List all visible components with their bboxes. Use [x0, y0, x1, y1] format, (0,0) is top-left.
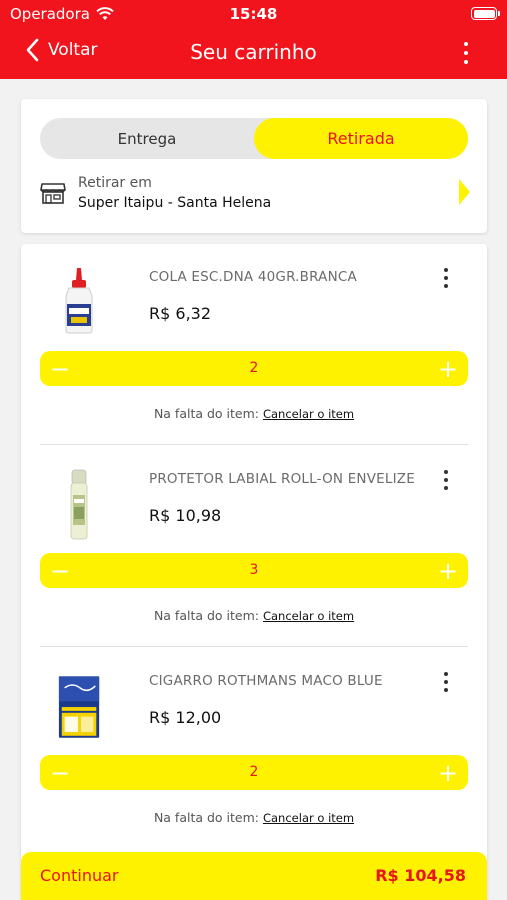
quantity-value: 2 [249, 764, 259, 780]
battery-icon [471, 7, 500, 20]
missing-item-option: Na falta do item: Cancelar o item [21, 608, 487, 623]
missing-item-label: Na falta do item: [153, 810, 259, 825]
item-price: R$ 6,32 [149, 304, 212, 323]
glue-bottle-image [65, 268, 93, 334]
missing-item-label: Na falta do item: [153, 608, 259, 623]
item-divider [40, 646, 468, 647]
continue-label: Continuar [40, 866, 119, 885]
plus-icon[interactable]: + [436, 351, 460, 386]
quantity-stepper: − 2 + [40, 755, 468, 790]
lip-roller-image [70, 469, 88, 540]
plus-icon[interactable]: + [436, 553, 460, 588]
quantity-stepper: − 3 + [40, 553, 468, 588]
item-divider [40, 444, 468, 445]
pickup-store-selector[interactable]: Retirar em Super Itaipu - Santa Helena [40, 173, 470, 219]
cancel-item-link[interactable]: Cancelar o item [263, 811, 354, 825]
quantity-value: 2 [249, 360, 259, 376]
cart-item: CIGARRO ROTHMANS MACO BLUE R$ 12,00 − 2 … [21, 648, 487, 850]
pickup-label: Retirar em [78, 175, 152, 191]
chevron-right-icon[interactable] [459, 179, 470, 205]
item-name: COLA ESC.DNA 40GR.BRANCA [149, 269, 357, 285]
tab-retirada[interactable]: Retirada [254, 118, 468, 159]
item-more-icon[interactable] [443, 470, 449, 490]
page-title: Seu carrinho [190, 40, 317, 64]
cart-item: PROTETOR LABIAL ROLL-ON ENVELIZE R$ 10,9… [21, 446, 487, 648]
store-icon [40, 183, 66, 204]
cancel-item-link[interactable]: Cancelar o item [263, 609, 354, 623]
cart-item: COLA ESC.DNA 40GR.BRANCA R$ 6,32 − 2 + N… [21, 244, 487, 446]
quantity-stepper: − 2 + [40, 351, 468, 386]
cigarette-pack-image [58, 676, 100, 738]
more-options-icon[interactable] [463, 42, 469, 64]
cancel-item-link[interactable]: Cancelar o item [263, 407, 354, 421]
item-more-icon[interactable] [443, 672, 449, 692]
status-bar: Operadora 15:48 [0, 0, 507, 28]
delivery-card: Entrega Retirada Retirar em Super Itaipu… [21, 99, 487, 233]
top-bar: Operadora 15:48 Voltar Seu carrinho [0, 0, 507, 79]
store-name: Super Itaipu - Santa Helena [78, 195, 272, 211]
item-name: CIGARRO ROTHMANS MACO BLUE [149, 673, 383, 689]
item-more-icon[interactable] [443, 268, 449, 288]
quantity-value: 3 [249, 562, 259, 578]
cart-items-list: COLA ESC.DNA 40GR.BRANCA R$ 6,32 − 2 + N… [21, 244, 487, 900]
tab-entrega[interactable]: Entrega [40, 118, 254, 159]
clock: 15:48 [229, 5, 278, 23]
missing-item-option: Na falta do item: Cancelar o item [21, 406, 487, 421]
delivery-mode-toggle: Entrega Retirada [40, 118, 468, 159]
item-price: R$ 12,00 [149, 708, 222, 727]
nav-bar: Voltar Seu carrinho [0, 28, 507, 79]
missing-item-label: Na falta do item: [153, 406, 259, 421]
item-price: R$ 10,98 [149, 506, 222, 525]
plus-icon[interactable]: + [436, 755, 460, 790]
missing-item-option: Na falta do item: Cancelar o item [21, 810, 487, 825]
cart-total: R$ 104,58 [375, 866, 466, 885]
item-name: PROTETOR LABIAL ROLL-ON ENVELIZE [149, 471, 415, 487]
continue-button[interactable]: Continuar R$ 104,58 [21, 852, 487, 900]
